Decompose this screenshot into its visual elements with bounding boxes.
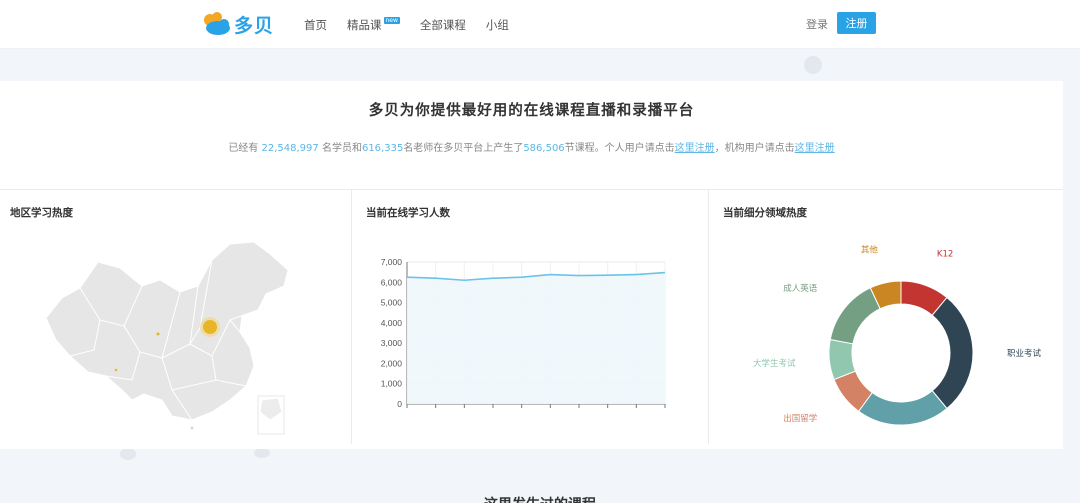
china-map-graphic bbox=[45, 241, 289, 435]
new-badge: new bbox=[383, 17, 400, 24]
online-users-chart[interactable]: 0 1,000 2,000 3,000 4,000 5,000 6,000 7,000 bbox=[360, 250, 680, 420]
slice-label: 大学生考试 bbox=[753, 358, 796, 369]
panel-divider bbox=[0, 189, 1063, 190]
hero-headline: 多贝为你提供最好用的在线课程直播和录播平台 bbox=[368, 103, 695, 119]
online-section-title: 当前在线学习人数 bbox=[366, 207, 450, 219]
column-divider bbox=[708, 190, 709, 444]
series-area bbox=[407, 272, 665, 404]
domain-heat-chart[interactable]: K12职业考试职业实操出国留学大学生考试成人英语其他 bbox=[740, 245, 1060, 465]
slice-label: 其他 bbox=[861, 245, 879, 256]
donut-slice bbox=[931, 296, 974, 410]
nav-groups[interactable]: 小组 bbox=[486, 17, 509, 33]
heat-point bbox=[203, 320, 217, 334]
slice-label: K12 bbox=[937, 249, 953, 259]
teachers-count: 616,335 bbox=[361, 143, 404, 154]
region-heat-map[interactable] bbox=[40, 240, 300, 435]
top-nav-bar: 多贝 首页 精品课 new 全部课程 小组 登录 注册 bbox=[0, 0, 1080, 49]
domain-donut-svg: K12职业考试职业实操出国留学大学生考试成人英语其他 bbox=[753, 245, 1042, 465]
decor-circle bbox=[120, 448, 136, 460]
nav-featured-label: 精品课 bbox=[347, 17, 382, 32]
column-divider bbox=[351, 190, 352, 444]
stats-text: ，机构用户请点击 bbox=[714, 143, 795, 154]
nav-all-courses[interactable]: 全部课程 bbox=[420, 17, 466, 33]
domain-section-title: 当前细分领域热度 bbox=[723, 207, 807, 219]
y-tick-label: 1,000 bbox=[381, 379, 403, 389]
stats-text: 名老师在多贝平台上产生了 bbox=[403, 143, 524, 154]
nav-featured[interactable]: 精品课 new bbox=[347, 17, 400, 33]
personal-register-link[interactable]: 这里注册 bbox=[675, 143, 715, 154]
stats-text: 节课程。个人用户请点击 bbox=[564, 143, 675, 154]
slice-label: 成人英语 bbox=[783, 283, 818, 294]
decor-circle bbox=[254, 448, 270, 458]
brand-name: 多贝 bbox=[234, 14, 275, 37]
students-count: 22,548,997 bbox=[261, 143, 319, 154]
online-users-chart-svg: 0 1,000 2,000 3,000 4,000 5,000 6,000 7,000 bbox=[381, 257, 666, 409]
cloud-logo-icon bbox=[204, 12, 230, 35]
donut-slice bbox=[857, 390, 948, 426]
stats-text: 名学员和 bbox=[318, 143, 362, 154]
heat-point bbox=[156, 332, 160, 336]
donut-slice bbox=[829, 287, 881, 345]
nav-all-courses-label: 全部课程 bbox=[419, 17, 466, 32]
y-tick-label: 5,000 bbox=[381, 298, 403, 308]
y-tick-label: 7,000 bbox=[381, 257, 403, 267]
nav-home-label: 首页 bbox=[304, 17, 327, 32]
main-nav: 首页 精品课 new 全部课程 小组 bbox=[304, 0, 529, 49]
nav-home[interactable]: 首页 bbox=[304, 17, 327, 33]
slice-label: 职业考试 bbox=[1007, 348, 1042, 359]
login-link[interactable]: 登录 bbox=[806, 16, 828, 32]
stats-text: 已经有 bbox=[228, 143, 262, 154]
map-section-title: 地区学习热度 bbox=[10, 207, 73, 219]
heat-point bbox=[114, 368, 118, 372]
y-tick-label: 4,000 bbox=[381, 318, 403, 328]
y-tick-label: 2,000 bbox=[381, 358, 403, 368]
slice-label: 出国留学 bbox=[783, 413, 818, 424]
heat-point bbox=[190, 426, 194, 430]
past-courses-heading: 这里发生过的课程 bbox=[0, 494, 1080, 503]
decor-circle bbox=[804, 56, 822, 74]
register-button[interactable]: 注册 bbox=[837, 12, 876, 34]
nav-groups-label: 小组 bbox=[485, 17, 509, 32]
hero-stats: 已经有 22,548,997 名学员和616,335名老师在多贝平台上产生了58… bbox=[0, 139, 1063, 154]
y-tick-label: 3,000 bbox=[381, 338, 403, 348]
y-tick-label: 6,000 bbox=[381, 277, 403, 287]
org-register-link[interactable]: 这里注册 bbox=[795, 143, 835, 154]
y-tick-label: 0 bbox=[397, 399, 402, 409]
courses-count: 586,506 bbox=[523, 143, 565, 154]
brand-logo[interactable]: 多贝 bbox=[202, 9, 282, 39]
